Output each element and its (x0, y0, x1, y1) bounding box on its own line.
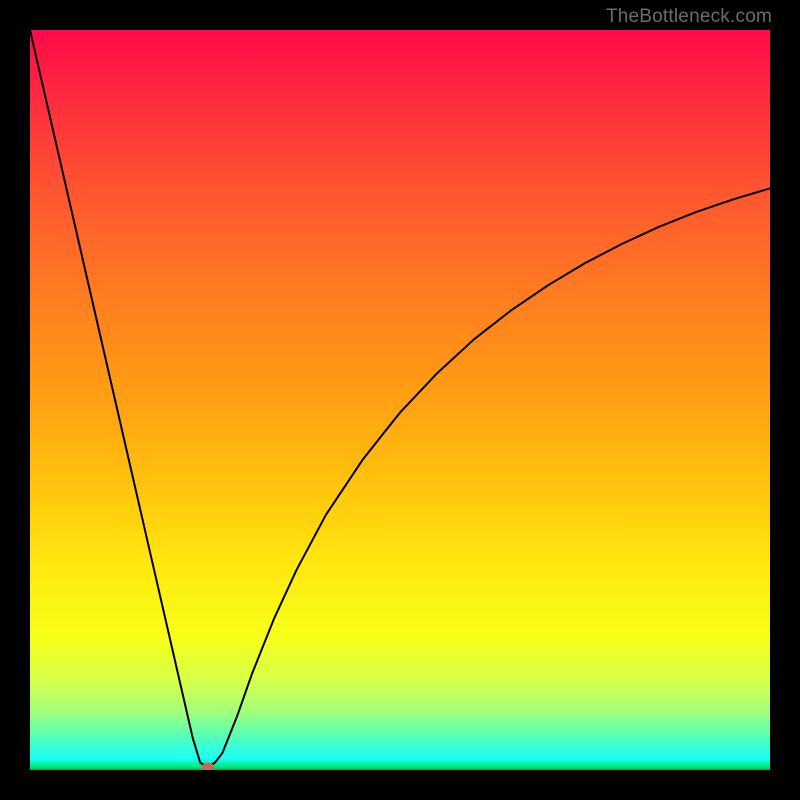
curve-svg (30, 30, 770, 770)
chart-frame: TheBottleneck.com (0, 0, 800, 800)
watermark-text: TheBottleneck.com (606, 6, 772, 28)
min-marker-icon (202, 763, 214, 770)
plot-area (30, 30, 770, 770)
bottleneck-curve (30, 30, 770, 767)
